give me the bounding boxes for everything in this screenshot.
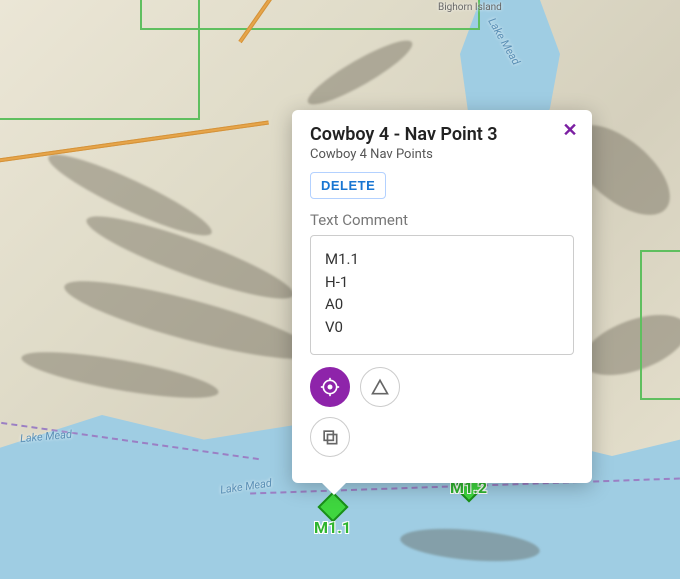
triangle-icon	[370, 377, 390, 397]
delete-button[interactable]: DELETE	[310, 172, 386, 199]
terrain-ridge	[19, 343, 221, 407]
popup-title: Cowboy 4 - Nav Point 3	[310, 124, 574, 145]
popup-subtitle: Cowboy 4 Nav Points	[310, 147, 574, 162]
park-boundary	[640, 250, 680, 400]
comment-field-label: Text Comment	[310, 211, 574, 229]
layers-button[interactable]	[310, 417, 350, 457]
terrain-ridge	[302, 32, 418, 114]
close-icon: ✕	[562, 120, 577, 141]
triangle-button[interactable]	[360, 367, 400, 407]
waypoint-popup: ✕ Cowboy 4 - Nav Point 3 Cowboy 4 Nav Po…	[292, 110, 592, 483]
layers-icon	[320, 427, 340, 447]
locate-button[interactable]	[310, 367, 350, 407]
tool-row-2	[310, 417, 574, 457]
crosshair-icon	[320, 377, 340, 397]
park-boundary	[140, 0, 480, 30]
comment-textarea[interactable]: M1.1 H-1 A0 V0	[310, 235, 574, 355]
road	[0, 121, 269, 164]
close-button[interactable]: ✕	[558, 118, 582, 142]
tool-row-1	[310, 367, 574, 407]
waypoint-label: M1.1	[314, 518, 351, 537]
map-label-island: Bighorn Island	[438, 2, 502, 13]
